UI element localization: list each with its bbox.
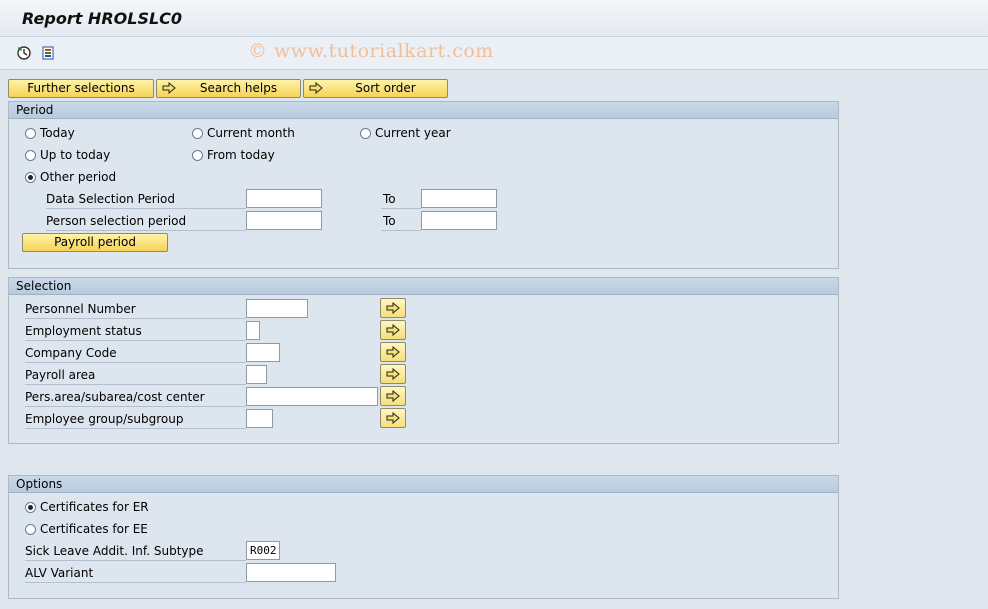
payroll-area-input[interactable] xyxy=(246,365,267,384)
arrow-right-icon xyxy=(162,82,176,94)
employment-status-multiple-selection-button[interactable] xyxy=(380,320,406,340)
arrow-right-icon xyxy=(386,368,400,380)
employment-status-label: Employment status xyxy=(25,324,142,338)
employee-group-multiple-selection-button[interactable] xyxy=(380,408,406,428)
further-selections-button[interactable]: Further selections xyxy=(8,79,154,98)
search-helps-label: Search helps xyxy=(199,81,278,95)
person-selection-to-label: To xyxy=(383,214,396,228)
personnel-number-multiple-selection-button[interactable] xyxy=(380,298,406,318)
person-selection-period-label: Person selection period xyxy=(46,214,187,228)
alv-variant-label: ALV Variant xyxy=(25,566,94,580)
execute-icon[interactable] xyxy=(16,45,32,61)
radio-current-month-label: Current month xyxy=(207,126,295,140)
payroll-period-button[interactable]: Payroll period xyxy=(22,233,168,252)
search-helps-button[interactable]: Search helps xyxy=(156,79,301,98)
employment-status-input[interactable] xyxy=(246,321,260,340)
pers-area-label: Pers.area/subarea/cost center xyxy=(25,390,205,404)
further-selections-label: Further selections xyxy=(27,81,135,95)
application-toolbar xyxy=(0,37,988,70)
label-underline xyxy=(46,230,246,231)
options-group-title: Options xyxy=(9,476,838,493)
data-selection-to-label: To xyxy=(383,192,396,206)
label-underline xyxy=(25,428,246,429)
radio-certificates-ee-label: Certificates for EE xyxy=(40,522,148,536)
page-title: Report HROLSLC0 xyxy=(22,9,183,28)
radio-certificates-er-label: Certificates for ER xyxy=(40,500,149,514)
arrow-right-icon xyxy=(309,82,323,94)
arrow-right-icon xyxy=(386,324,400,336)
arrow-right-icon xyxy=(386,346,400,358)
pers-area-input[interactable] xyxy=(246,387,378,406)
radio-up-to-today[interactable] xyxy=(25,150,36,161)
period-group: Period Today Current month Current year … xyxy=(8,101,839,269)
radio-certificates-ee[interactable] xyxy=(25,524,36,535)
radio-today[interactable] xyxy=(25,128,36,139)
radio-other-period[interactable] xyxy=(25,172,36,183)
payroll-period-label: Payroll period xyxy=(54,235,136,249)
sick-leave-subtype-input[interactable] xyxy=(246,541,280,560)
employee-group-label: Employee group/subgroup xyxy=(25,412,184,426)
data-selection-period-label: Data Selection Period xyxy=(46,192,175,206)
arrow-right-icon xyxy=(386,412,400,424)
person-selection-from-input[interactable] xyxy=(246,211,322,230)
sort-order-label: Sort order xyxy=(355,81,416,95)
label-underline xyxy=(25,384,246,385)
radio-up-to-today-label: Up to today xyxy=(40,148,111,162)
selection-group-title: Selection xyxy=(9,278,838,295)
payroll-area-multiple-selection-button[interactable] xyxy=(380,364,406,384)
title-bar: Report HROLSLC0 xyxy=(0,0,988,37)
payroll-area-label: Payroll area xyxy=(25,368,96,382)
data-selection-from-input[interactable] xyxy=(246,189,322,208)
watermark: © www.tutorialkart.com xyxy=(248,40,494,62)
radio-certificates-er[interactable] xyxy=(25,502,36,513)
company-code-label: Company Code xyxy=(25,346,117,360)
label-underline xyxy=(25,362,246,363)
person-selection-to-input[interactable] xyxy=(421,211,497,230)
label-underline xyxy=(25,582,246,583)
options-group: Options Certificates for ER Certificates… xyxy=(8,475,839,599)
pers-area-multiple-selection-button[interactable] xyxy=(380,386,406,406)
radio-current-year-label: Current year xyxy=(375,126,451,140)
radio-current-month[interactable] xyxy=(192,128,203,139)
label-underline xyxy=(381,230,421,231)
get-variant-icon[interactable] xyxy=(40,45,56,61)
radio-other-period-label: Other period xyxy=(40,170,117,184)
radio-from-today[interactable] xyxy=(192,150,203,161)
alv-variant-input[interactable] xyxy=(246,563,336,582)
label-underline xyxy=(46,208,246,209)
data-selection-to-input[interactable] xyxy=(421,189,497,208)
radio-today-label: Today xyxy=(40,126,75,140)
selection-group: Selection Personnel Number Employment st… xyxy=(8,277,839,444)
arrow-right-icon xyxy=(386,302,400,314)
sort-order-button[interactable]: Sort order xyxy=(303,79,448,98)
label-underline xyxy=(381,208,421,209)
company-code-multiple-selection-button[interactable] xyxy=(380,342,406,362)
label-underline xyxy=(25,318,246,319)
radio-from-today-label: From today xyxy=(207,148,275,162)
arrow-right-icon xyxy=(386,390,400,402)
personnel-number-label: Personnel Number xyxy=(25,302,136,316)
label-underline xyxy=(25,406,246,407)
sick-leave-subtype-label: Sick Leave Addit. Inf. Subtype xyxy=(25,544,204,558)
label-underline xyxy=(25,560,246,561)
label-underline xyxy=(25,340,246,341)
period-group-title: Period xyxy=(9,102,838,119)
company-code-input[interactable] xyxy=(246,343,280,362)
employee-group-input[interactable] xyxy=(246,409,273,428)
personnel-number-input[interactable] xyxy=(246,299,308,318)
radio-current-year[interactable] xyxy=(360,128,371,139)
